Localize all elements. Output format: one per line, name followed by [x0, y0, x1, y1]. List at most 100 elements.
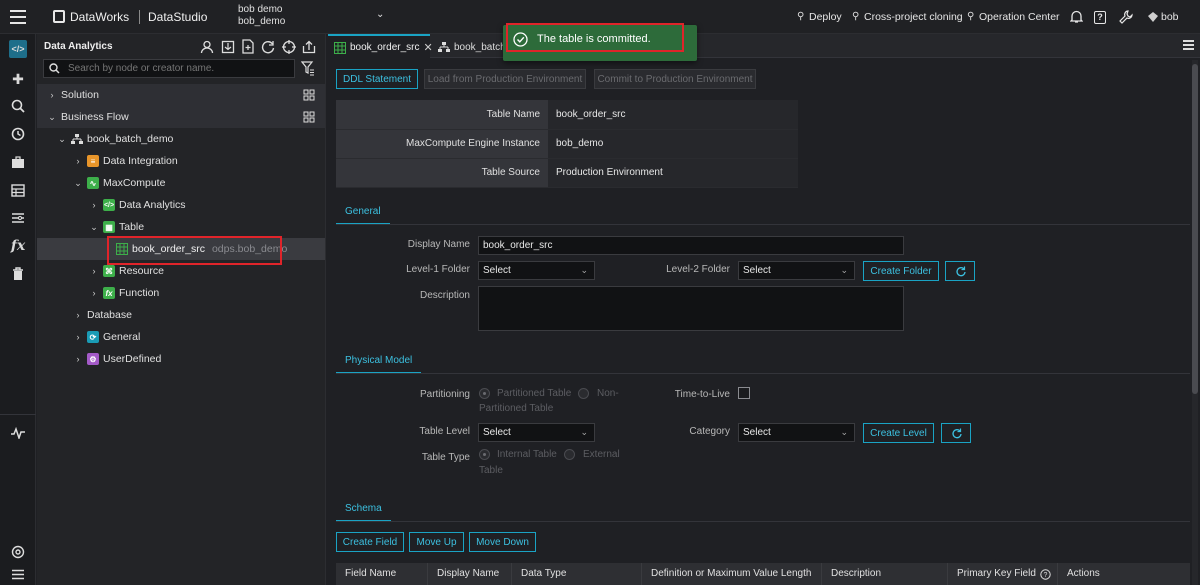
export-icon[interactable]	[302, 40, 316, 54]
search-box[interactable]	[43, 59, 295, 78]
non-partitioned-radio[interactable]	[578, 388, 589, 399]
collapse-menu-icon[interactable]	[8, 564, 28, 584]
tab-label: book_batch	[454, 41, 506, 53]
level2-folder-select[interactable]: Select ⌄	[738, 261, 855, 280]
workflow-icon	[71, 133, 83, 145]
refresh-icon[interactable]	[261, 40, 275, 54]
panel-title: Data Analytics	[44, 41, 113, 52]
code-node-icon: </>	[103, 199, 115, 211]
success-toast: The table is committed.	[503, 23, 697, 61]
left-rail: </> ✚ fx	[0, 34, 36, 585]
user-name[interactable]: bob	[1161, 11, 1179, 23]
chevron-down-icon: ⌄	[580, 427, 588, 437]
trash-icon[interactable]	[8, 264, 28, 284]
external-table-option: External	[583, 449, 620, 460]
tree-item-flow[interactable]: ⌄ book_batch_demo	[37, 128, 325, 150]
description-label: Description	[419, 290, 470, 301]
tree-item-business-flow[interactable]: ⌄ Business Flow	[37, 106, 325, 128]
internal-table-option-2: Table	[479, 465, 503, 476]
grid-view-icon[interactable]	[303, 111, 315, 126]
clock-icon[interactable]	[8, 124, 28, 144]
table-type-label: Table Type	[421, 452, 470, 463]
scrollbar-track[interactable]	[1192, 60, 1198, 585]
table-level-select[interactable]: Select ⌄	[478, 423, 595, 442]
chevron-down-icon: ⌄	[840, 427, 848, 437]
load-from-production-button[interactable]: Load from Production Environment	[424, 69, 586, 89]
tab-book-batch[interactable]: book_batch	[432, 36, 507, 58]
tree-item-general[interactable]: › ⟳ General	[37, 326, 325, 348]
tree-item-solution[interactable]: › Solution	[37, 84, 325, 106]
tree-item-data-analytics[interactable]: › </> Data Analytics	[37, 194, 325, 216]
tree-item-table[interactable]: ⌄ ▦ Table	[37, 216, 325, 238]
list-settings-icon[interactable]	[8, 208, 28, 228]
refresh-folder-button[interactable]	[945, 261, 975, 281]
tree-item-resource[interactable]: › ⌘ Resource	[37, 260, 325, 282]
puzzle-icon[interactable]: ✚	[8, 69, 28, 89]
chevron-down-icon: ⌄	[48, 111, 56, 122]
category-label: Category	[689, 426, 730, 437]
create-folder-button[interactable]: Create Folder	[863, 261, 939, 281]
partitioned-radio[interactable]	[479, 388, 490, 399]
import-icon[interactable]	[221, 40, 235, 54]
cross-project-cloning-link[interactable]: Cross-project cloning	[864, 11, 963, 23]
description-textarea[interactable]	[478, 286, 904, 331]
new-file-icon[interactable]	[241, 39, 255, 54]
resource-icon: ⌘	[103, 265, 115, 277]
briefcase-icon[interactable]	[8, 152, 28, 172]
search-icon[interactable]	[8, 96, 28, 116]
move-down-button[interactable]: Move Down	[469, 532, 536, 552]
ddl-statement-button[interactable]: DDL Statement	[336, 69, 418, 89]
display-name-input[interactable]: book_order_src	[478, 236, 904, 255]
create-field-button[interactable]: Create Field	[336, 532, 404, 552]
refresh-level-button[interactable]	[941, 423, 971, 443]
chevron-right-icon: ›	[92, 266, 96, 276]
table-icon[interactable]	[8, 180, 28, 200]
grid-view-icon[interactable]	[303, 89, 315, 104]
move-up-button[interactable]: Move Up	[409, 532, 464, 552]
function-icon[interactable]: fx	[8, 236, 28, 256]
tab-label: book_order_src	[350, 42, 420, 53]
tab-overflow-menu-icon[interactable]	[1183, 40, 1194, 50]
tree-item-user-defined[interactable]: › ⚙ UserDefined	[37, 348, 325, 370]
link-icon: ⚲	[797, 11, 805, 22]
link-icon: ⚲	[852, 11, 860, 22]
table-info: Table Name book_order_src MaxCompute Engi…	[336, 100, 798, 188]
tree-item-database[interactable]: › Database	[37, 304, 325, 326]
chevron-right-icon: ›	[76, 156, 80, 166]
scrollbar-thumb[interactable]	[1192, 64, 1198, 394]
user-filter-icon[interactable]	[200, 40, 214, 54]
external-table-radio[interactable]	[564, 449, 575, 460]
tree-item-function[interactable]: › fx Function	[37, 282, 325, 304]
tree-item-label: Data Integration	[103, 155, 178, 167]
bell-icon[interactable]	[1068, 9, 1084, 25]
column-header-definition: Definition or Maximum Value Length	[642, 563, 822, 585]
pulse-icon[interactable]	[8, 423, 28, 443]
commit-to-production-button[interactable]: Commit to Production Environment	[594, 69, 756, 89]
chevron-down-icon: ⌄	[90, 221, 98, 232]
code-icon[interactable]: </>	[9, 40, 27, 58]
tree-item-label: Function	[119, 287, 160, 299]
partitioning-label: Partitioning	[419, 389, 470, 400]
locate-icon[interactable]	[282, 40, 296, 54]
help-circle-icon[interactable]: ?	[1040, 568, 1051, 580]
filter-icon[interactable]	[300, 61, 315, 76]
wrench-icon[interactable]	[1118, 9, 1134, 25]
deploy-link[interactable]: Deploy	[809, 11, 842, 23]
help-icon[interactable]: ?	[1092, 9, 1108, 25]
tree-item-maxcompute[interactable]: ⌄ ∿ MaxCompute	[37, 172, 325, 194]
settings-icon[interactable]	[8, 542, 28, 562]
create-level-button[interactable]: Create Level	[863, 423, 934, 443]
workspace-switcher[interactable]: bob demo bob_demo ⌄	[238, 4, 388, 30]
level1-folder-select[interactable]: Select ⌄	[478, 261, 595, 280]
tree-item-data-integration[interactable]: › ≡ Data Integration	[37, 150, 325, 172]
editor-area: book_order_src ✕ book_batch The table is…	[328, 23, 1200, 585]
ttl-checkbox[interactable]	[738, 387, 750, 399]
search-input[interactable]	[68, 61, 288, 76]
tab-book-order-src[interactable]: book_order_src ✕	[328, 34, 433, 59]
dataworks-logo-icon	[53, 10, 65, 23]
menu-icon[interactable]	[10, 10, 26, 24]
maxcompute-icon: ∿	[87, 177, 99, 189]
operation-center-link[interactable]: Operation Center	[979, 11, 1060, 23]
category-select[interactable]: Select ⌄	[738, 423, 855, 442]
internal-table-radio[interactable]	[479, 449, 490, 460]
